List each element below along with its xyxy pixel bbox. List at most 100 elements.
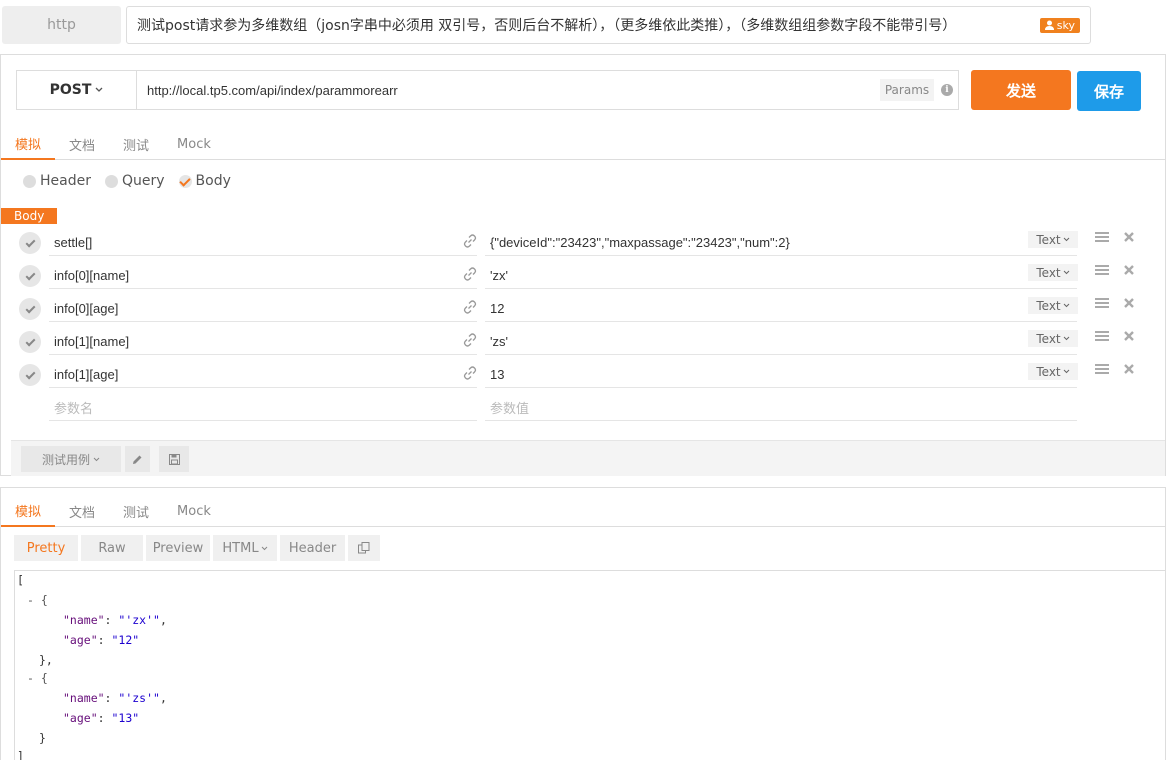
tab-mock[interactable]: Mock [163,495,225,527]
radio-header[interactable]: Header [23,173,91,189]
param-type-select[interactable]: Text [1028,330,1078,347]
delete-icon[interactable] [1123,363,1135,375]
param-value-input[interactable]: 'zx' [485,263,1077,289]
param-name-input[interactable]: settle[] [49,230,477,256]
radio-query[interactable]: Query [104,173,165,189]
menu-icon[interactable] [1095,363,1109,375]
radio-body[interactable]: Body [178,173,231,189]
delete-icon[interactable] [1123,330,1135,342]
check-icon [25,303,35,313]
menu-icon[interactable] [1095,330,1109,342]
check-icon [25,270,35,280]
param-name-input[interactable]: info[0][name] [49,263,477,289]
send-button[interactable]: 发送 [971,70,1071,110]
json-collapse-toggle[interactable]: - { [27,671,48,685]
save-case-button[interactable] [159,446,189,472]
tab-mock[interactable]: Mock [163,128,225,160]
param-value-input[interactable]: 参数值 [485,395,1077,421]
menu-icon[interactable] [1095,231,1109,243]
param-value-input[interactable]: 'zs' [485,329,1077,355]
link-icon[interactable] [463,333,477,347]
copy-button[interactable] [348,535,380,561]
param-value-input[interactable]: {"deviceId":"23423","maxpassage":"23423"… [485,230,1077,256]
json-bracket: } [39,731,46,745]
json-value: "13" [111,711,140,725]
param-type-label: Text [1036,265,1061,280]
api-header-bar: http 测试post请求参为多维数组（josn字串中必须用 双引号，否则后台不… [0,0,1166,52]
copy-icon [358,542,370,554]
view-html-select[interactable]: HTML [213,535,277,561]
chevron-down-icon [1063,369,1069,374]
info-icon: i [941,84,953,96]
response-tabs: 模拟 文档 测试 Mock [1,495,1165,527]
url-input[interactable]: http://local.tp5.com/api/index/parammore… [137,71,878,109]
view-header[interactable]: Header [280,535,345,561]
param-enable-toggle[interactable] [19,265,41,287]
request-footer: 测试用例 [11,440,1165,476]
chevron-down-icon [95,87,103,92]
menu-icon[interactable] [1095,297,1109,309]
tab-mock-response[interactable]: 模拟 [1,495,56,527]
json-value: "'zs'" [118,691,160,705]
param-type-label: Text [1036,364,1061,379]
param-row: info[0][age] 12 Text [1,294,1165,327]
json-collapse-toggle[interactable]: - { [27,593,48,607]
tab-test[interactable]: 测试 [109,495,163,527]
json-bracket: [ [17,573,24,587]
param-value-input[interactable]: 12 [485,296,1077,322]
response-body: [ - { "name": "'zx'", "age": "12" }, - {… [14,570,1166,760]
delete-icon[interactable] [1123,264,1135,276]
edit-button[interactable] [125,446,150,472]
url-bar: POST http://local.tp5.com/api/index/para… [16,70,959,110]
user-badge: sky [1039,17,1080,33]
delete-icon[interactable] [1123,297,1135,309]
tab-docs[interactable]: 文档 [55,495,109,527]
tab-test[interactable]: 测试 [109,128,163,160]
param-location-radios: Header Query Body [23,173,231,189]
save-button[interactable]: 保存 [1077,71,1141,111]
view-preview[interactable]: Preview [146,535,210,561]
link-icon[interactable] [463,300,477,314]
link-icon[interactable] [463,234,477,248]
info-icon-wrap[interactable]: i [936,71,958,109]
view-raw[interactable]: Raw [81,535,143,561]
param-name-input[interactable]: info[0][age] [49,296,477,322]
json-value: "12" [111,633,140,647]
param-type-select[interactable]: Text [1028,297,1078,314]
link-icon[interactable] [463,366,477,380]
chevron-down-icon [1063,303,1069,308]
param-value-input[interactable]: 13 [485,362,1077,388]
param-name-input[interactable]: 参数名 [49,395,477,421]
menu-icon[interactable] [1095,264,1109,276]
method-select[interactable]: POST [17,71,137,109]
chevron-down-icon [93,457,100,461]
body-section-label: Body [1,208,58,224]
protocol-button[interactable]: http [2,6,121,44]
view-pretty[interactable]: Pretty [14,535,78,561]
param-type-select[interactable]: Text [1028,363,1078,380]
tab-mock-request[interactable]: 模拟 [1,128,56,160]
param-type-select[interactable]: Text [1028,264,1078,281]
param-name-input[interactable]: info[1][age] [49,362,477,388]
param-type-select[interactable]: Text [1028,231,1078,248]
radio-label: Body [195,173,231,189]
delete-icon[interactable] [1123,231,1135,243]
params-button[interactable]: Params [880,79,934,101]
json-bracket: ] [17,749,24,760]
param-name-input[interactable]: info[1][name] [49,329,477,355]
param-type-label: Text [1036,331,1061,346]
tab-docs[interactable]: 文档 [55,128,109,160]
param-enable-toggle[interactable] [19,298,41,320]
api-title-field[interactable]: 测试post请求参为多维数组（josn字串中必须用 双引号，否则后台不解析），（… [126,6,1091,44]
param-row: info[1][age] 13 Text [1,360,1165,393]
link-icon[interactable] [463,267,477,281]
check-icon [178,174,192,188]
param-enable-toggle[interactable] [19,331,41,353]
method-label: POST [49,82,92,98]
test-case-button[interactable]: 测试用例 [21,446,121,472]
api-title-text: 测试post请求参为多维数组（josn字串中必须用 双引号，否则后台不解析），（… [137,18,957,34]
param-enable-toggle[interactable] [19,364,41,386]
param-enable-toggle[interactable] [19,232,41,254]
param-row-new: 参数名 参数值 [1,393,1165,426]
param-type-label: Text [1036,298,1061,313]
